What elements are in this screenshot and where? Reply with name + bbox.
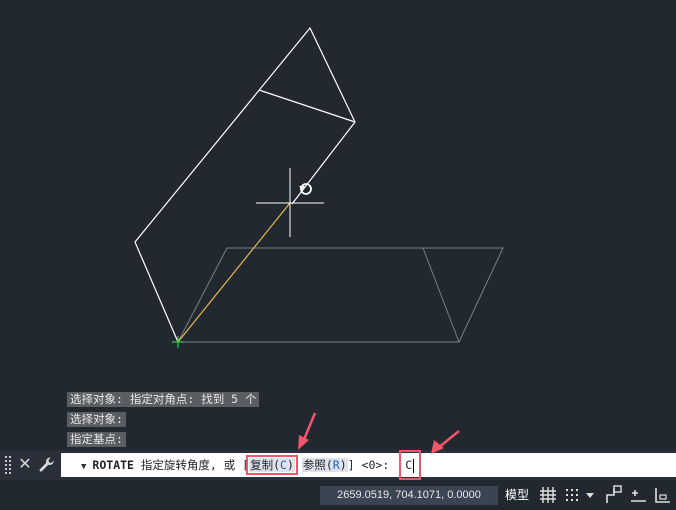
typed-input[interactable]: C	[399, 450, 422, 480]
command-bar-gripper[interactable]	[5, 456, 13, 474]
history-line-3: 指定基点:	[67, 432, 126, 447]
option-copy-key: C	[280, 458, 287, 472]
rotated-parallelogram	[134, 26, 356, 343]
default-value: <0>:	[361, 458, 390, 472]
history-line-2: 选择对象:	[67, 412, 126, 427]
drawing-canvas[interactable]: 选择对象: 指定对角点: 找到 5 个 选择对象: 指定基点:	[0, 0, 676, 450]
chevron-down-icon[interactable]	[583, 484, 597, 506]
bracket-close: ]	[347, 458, 355, 472]
command-prompt-line: ▼ ROTATE 指定旋转角度, 或 [复制(C) 参照(R)] <0>: C	[81, 450, 422, 480]
history-line-1: 选择对象: 指定对角点: 找到 5 个	[67, 392, 260, 407]
option-ref-close: )	[339, 458, 347, 472]
infer-constraints-icon[interactable]	[627, 484, 649, 506]
coordinate-readout[interactable]: 2659.0519, 704.1071, 0.0000	[320, 486, 498, 505]
close-icon[interactable]: ✕	[17, 454, 33, 474]
dynamic-input-icon[interactable]	[651, 484, 673, 506]
chevron-down-icon[interactable]: ▼	[81, 455, 86, 479]
option-copy-close: )	[286, 458, 294, 472]
crosshair-cursor	[256, 168, 324, 237]
status-bar: 2659.0519, 704.1071, 0.0000 模型	[0, 480, 676, 509]
ghost-parallelogram	[177, 247, 504, 343]
option-reference[interactable]: 参照(R)	[301, 458, 348, 472]
option-ref-key: R	[332, 458, 340, 472]
wrench-icon[interactable]	[37, 455, 57, 475]
grid-icon[interactable]	[537, 484, 559, 506]
snap-mode-icon[interactable]	[561, 484, 583, 506]
option-copy[interactable]: 复制(C)	[246, 455, 298, 475]
text-caret	[413, 458, 415, 473]
drawing-svg[interactable]	[0, 0, 676, 450]
ghost-divider-line	[422, 247, 460, 343]
model-space-button[interactable]: 模型	[501, 486, 533, 505]
ortho-icon[interactable]	[603, 484, 625, 506]
base-point-marker	[172, 336, 184, 348]
option-ref-label: 参照(	[302, 458, 333, 472]
command-prompt-text: 指定旋转角度, 或 [	[140, 458, 250, 472]
rotated-divider-line	[258, 89, 356, 123]
command-input[interactable]: ▼ ROTATE 指定旋转角度, 或 [复制(C) 参照(R)] <0>: C	[61, 450, 676, 480]
command-bar: ✕ ▼ ROTATE 指定旋转角度, 或 [复制(C) 参照(R)] <0>: C	[0, 450, 676, 480]
command-name: ROTATE	[92, 458, 134, 472]
rubber-band-line	[177, 202, 291, 343]
typed-value: C	[405, 458, 413, 472]
option-copy-label: 复制(	[250, 458, 281, 472]
